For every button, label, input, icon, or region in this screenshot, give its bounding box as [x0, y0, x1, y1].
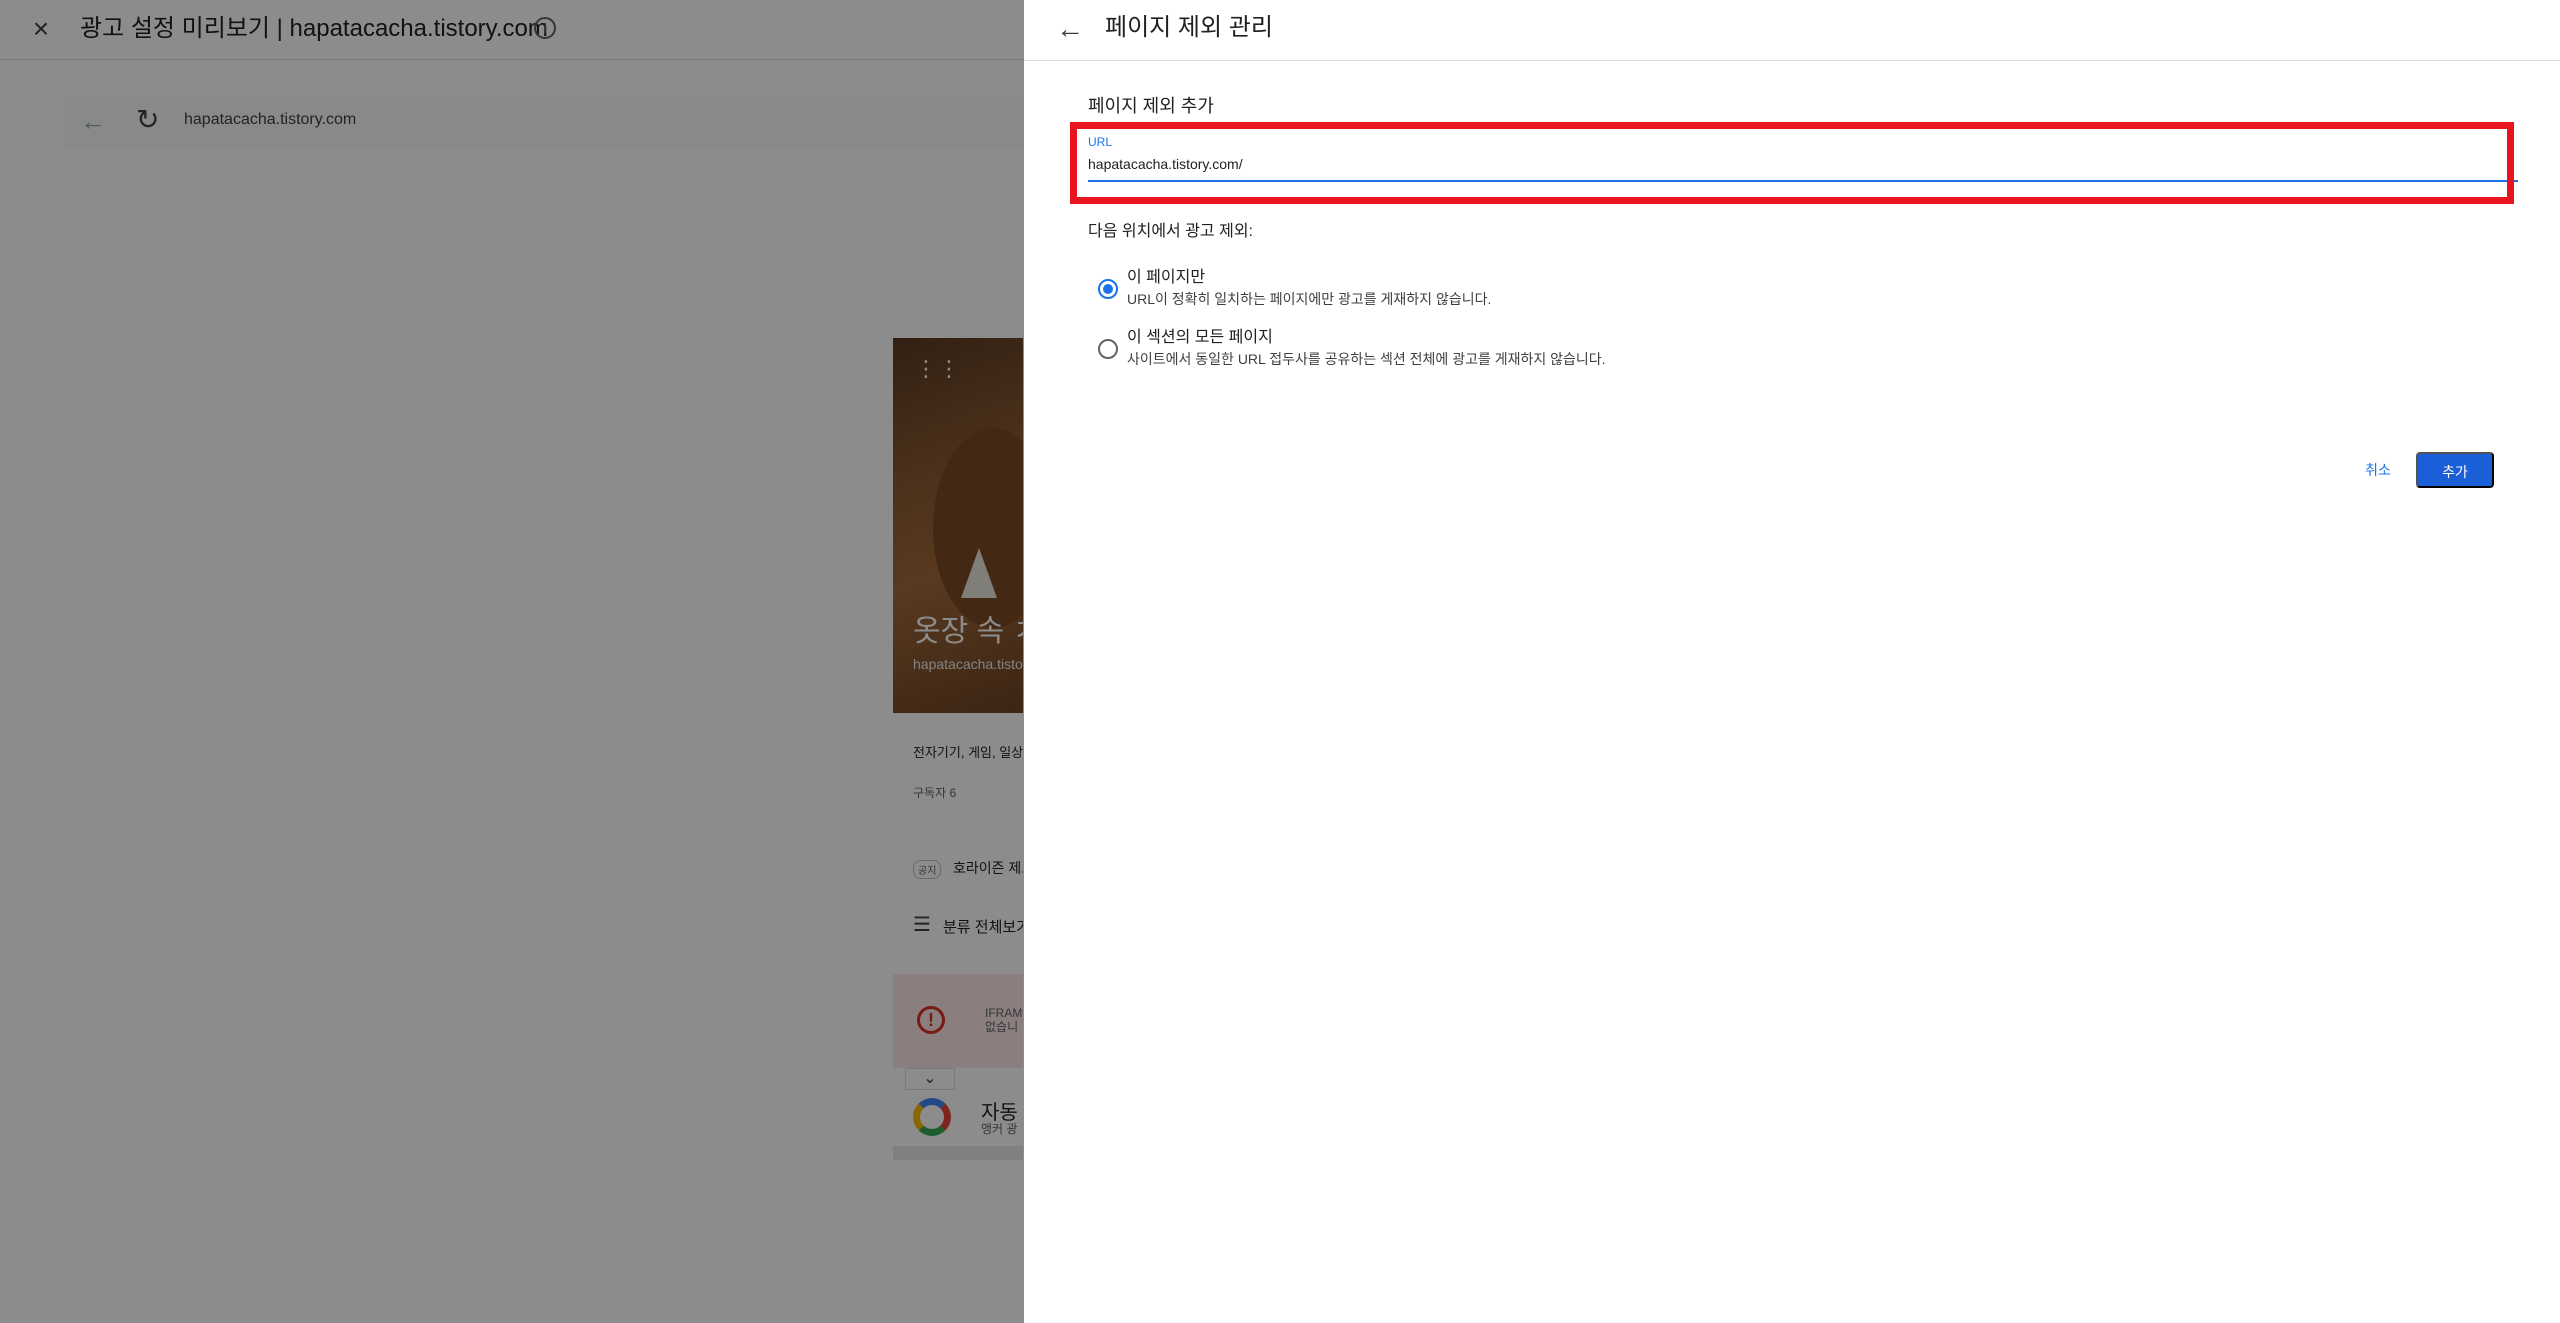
exclude-location-label: 다음 위치에서 광고 제외: [1088, 223, 1253, 240]
page-exclusion-panel: ← 페이지 제외 관리 페이지 제외 추가 URL 다음 위치에서 광고 제외:… [1024, 0, 2560, 1323]
option-this-page-title[interactable]: 이 페이지만 [1127, 268, 1205, 288]
add-button[interactable]: 추가 [2416, 452, 2494, 488]
panel-title: 페이지 제외 관리 [1105, 14, 1273, 41]
option-all-section-pages-description: 사이트에서 동일한 URL 접두사를 공유하는 섹션 전체에 광고를 게재하지 … [1127, 351, 1606, 367]
back-arrow-icon[interactable]: ← [1052, 12, 1088, 48]
section-title: 페이지 제외 추가 [1088, 96, 1214, 116]
cancel-button[interactable]: 취소 [2350, 452, 2406, 488]
highlight-box [1070, 122, 2514, 204]
option-this-page-description: URL이 정확히 일치하는 페이지에만 광고를 게재하지 않습니다. [1127, 291, 1492, 307]
option-all-section-pages-title[interactable]: 이 섹션의 모든 페이지 [1127, 328, 1273, 348]
radio-all-section-pages[interactable] [1098, 339, 1118, 359]
radio-this-page[interactable] [1098, 279, 1118, 299]
